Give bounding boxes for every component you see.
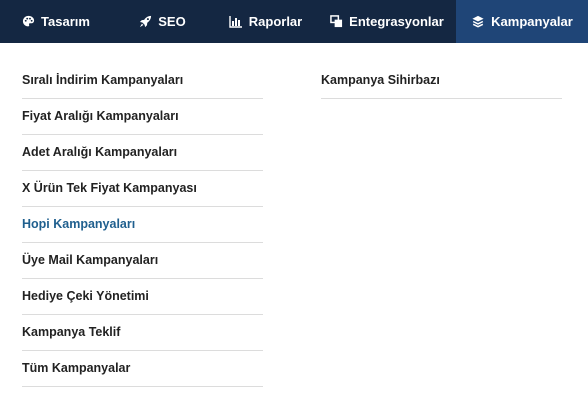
windows-stack-icon <box>330 15 343 28</box>
top-navigation-bar: Tasarım SEO Raporlar Entegrasyonlar Kamp… <box>0 0 588 43</box>
menu-link-fiyat-araligi[interactable]: Fiyat Aralığı Kampanyaları <box>22 99 263 135</box>
nav-label: Tasarım <box>41 14 90 29</box>
nav-item-tasarim[interactable]: Tasarım <box>0 0 112 43</box>
menu-link-tum-kampanyalar[interactable]: Tüm Kampanyalar <box>22 351 263 387</box>
menu-link-hediye-ceki[interactable]: Hediye Çeki Yönetimi <box>22 279 263 315</box>
campaign-menu-left-column: Sıralı İndirim Kampanyaları Fiyat Aralığ… <box>22 63 263 387</box>
nav-label: Kampanyalar <box>491 14 573 29</box>
menu-link-sirali-indirim[interactable]: Sıralı İndirim Kampanyaları <box>22 63 263 99</box>
nav-item-entegrasyonlar[interactable]: Entegrasyonlar <box>318 0 456 43</box>
rocket-icon <box>139 15 152 28</box>
menu-link-hopi[interactable]: Hopi Kampanyaları <box>22 207 263 243</box>
nav-item-seo[interactable]: SEO <box>112 0 213 43</box>
campaign-menu-right-column: Kampanya Sihirbazı <box>321 63 562 99</box>
nav-item-kampanyalar[interactable]: Kampanyalar <box>456 0 588 43</box>
nav-label: Entegrasyonlar <box>349 14 444 29</box>
nav-label: SEO <box>158 14 186 29</box>
palette-icon <box>22 15 35 28</box>
menu-link-kampanya-teklif[interactable]: Kampanya Teklif <box>22 315 263 351</box>
menu-link-kampanya-sihirbazi[interactable]: Kampanya Sihirbazı <box>321 63 562 99</box>
bar-chart-icon <box>229 15 243 28</box>
menu-link-uye-mail[interactable]: Üye Mail Kampanyaları <box>22 243 263 279</box>
menu-link-adet-araligi[interactable]: Adet Aralığı Kampanyaları <box>22 135 263 171</box>
layers-icon <box>471 15 485 28</box>
nav-label: Raporlar <box>248 14 303 29</box>
nav-item-raporlar[interactable]: Raporlar <box>213 0 318 43</box>
menu-link-x-urun-tek-fiyat[interactable]: X Ürün Tek Fiyat Kampanyası <box>22 171 263 207</box>
